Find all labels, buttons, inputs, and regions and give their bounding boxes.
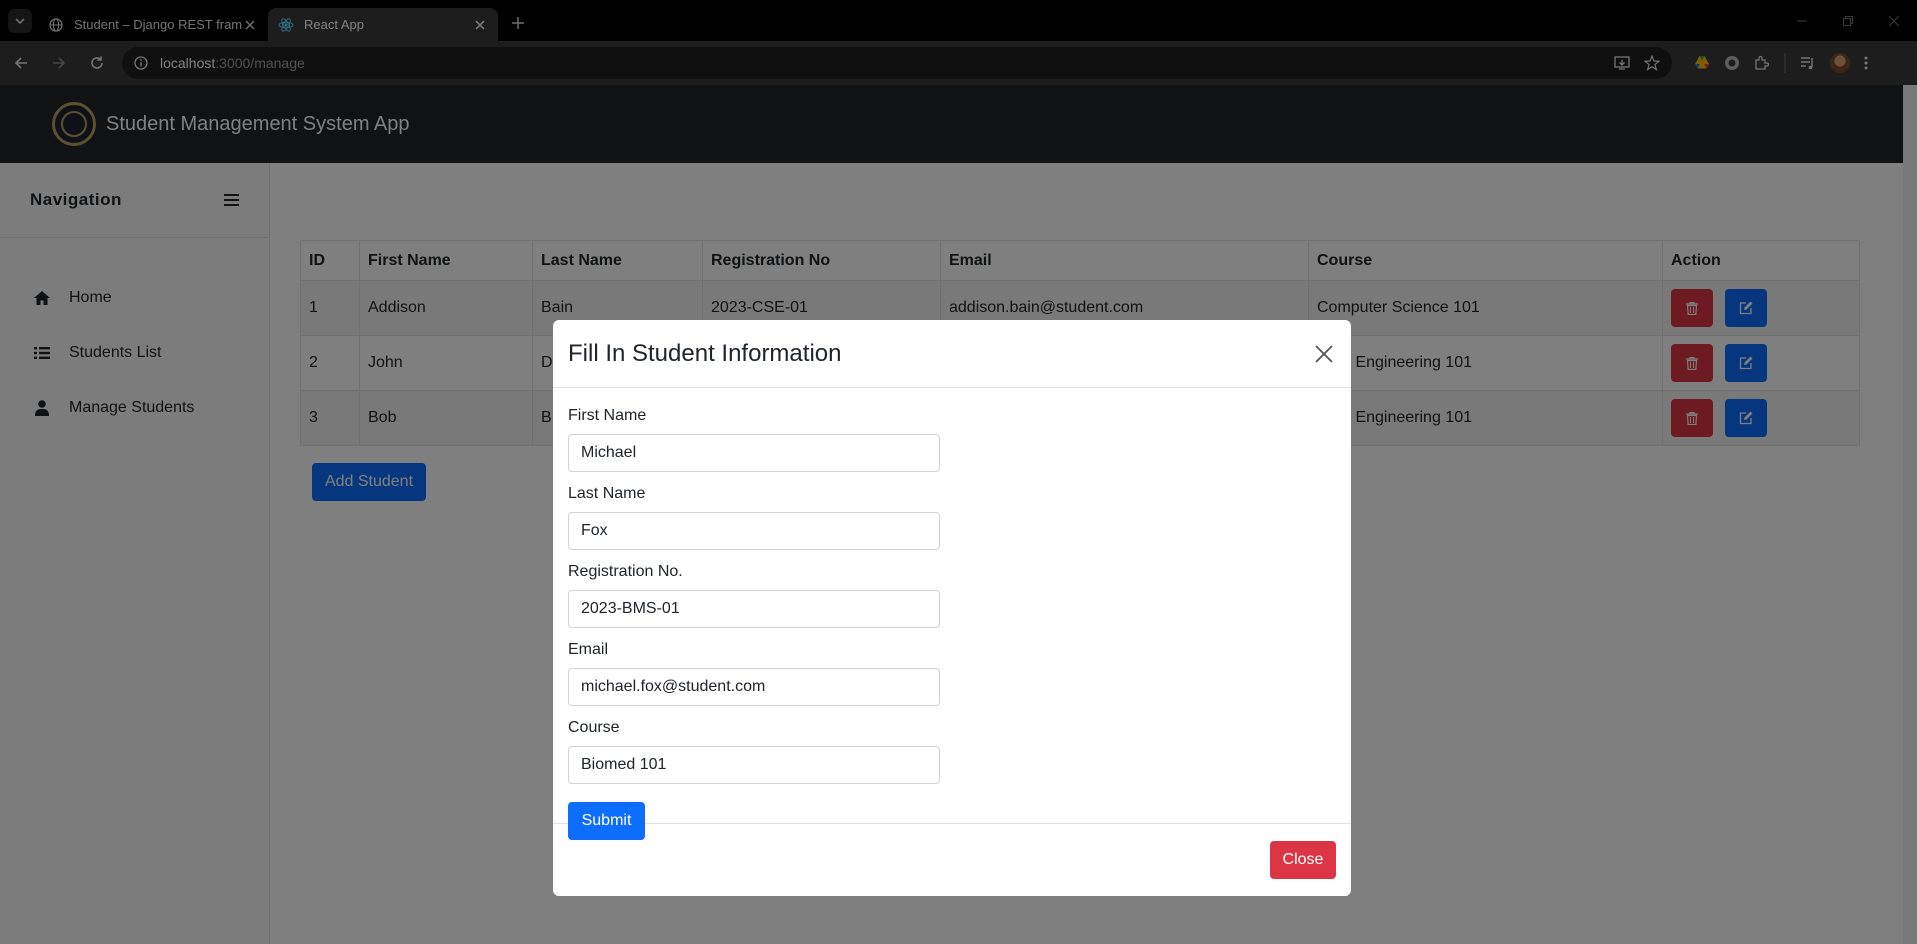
course-field[interactable]: [568, 746, 940, 784]
first-name-field[interactable]: [568, 434, 940, 472]
registration-no-field[interactable]: [568, 590, 940, 628]
registration-no-label: Registration No.: [568, 563, 683, 580]
submit-button[interactable]: Submit: [568, 802, 645, 840]
modal-title: Fill In Student Information: [568, 339, 842, 367]
student-form-modal: Fill In Student Information First Name L…: [553, 320, 1351, 896]
modal-header: Fill In Student Information: [553, 320, 1351, 388]
modal-close-icon[interactable]: [1312, 342, 1336, 366]
last-name-field[interactable]: [568, 512, 940, 550]
course-label: Course: [568, 719, 620, 736]
last-name-label: Last Name: [568, 485, 646, 502]
email-label: Email: [568, 641, 609, 658]
close-button[interactable]: Close: [1270, 841, 1336, 879]
modal-body: First Name Last Name Registration No. Em…: [553, 388, 1351, 840]
email-field[interactable]: [568, 668, 940, 706]
modal-footer: Close: [553, 824, 1351, 896]
first-name-label: First Name: [568, 407, 647, 424]
